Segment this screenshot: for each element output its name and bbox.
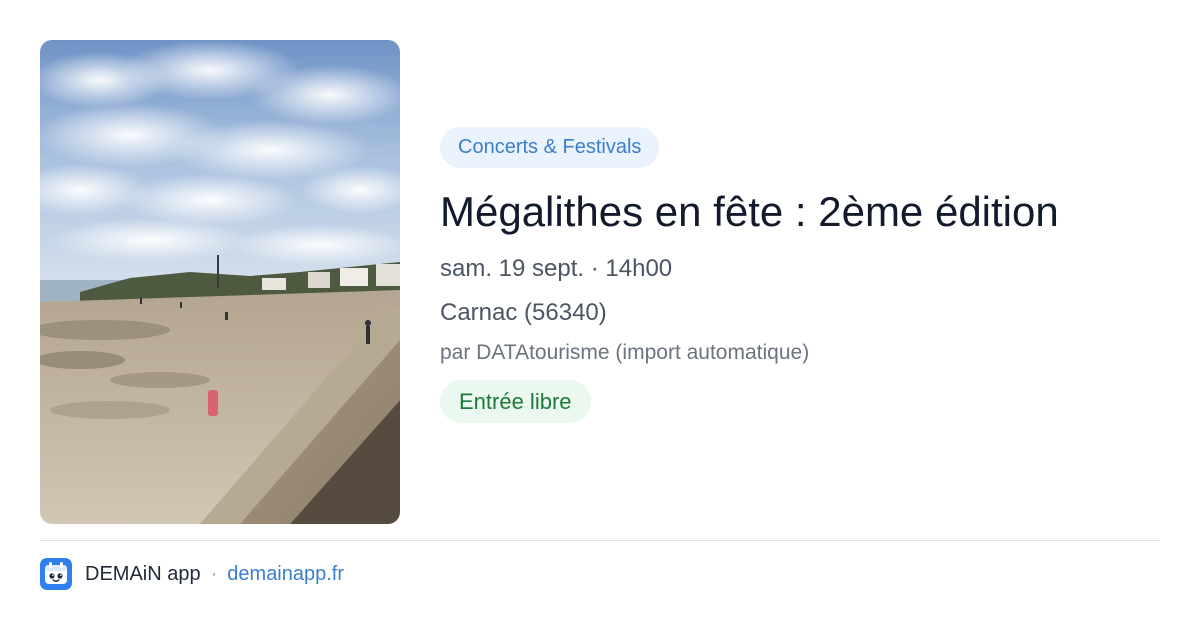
footer: DEMAiN app · demainapp.fr (40, 558, 344, 590)
cloud-layer (40, 40, 400, 265)
event-date: sam. 19 sept. · 14h00 (440, 255, 673, 282)
beach-photo-illustration (40, 40, 400, 524)
demain-logo-icon (40, 558, 72, 590)
app-name: DEMAiN app (85, 562, 201, 585)
price-badge: Entrée libre (440, 380, 591, 423)
event-source: par DATAtourisme (import automatique) (440, 341, 810, 364)
event-share-card: Concerts & Festivals Mégalithes en fête … (0, 0, 1200, 630)
footer-divider (40, 540, 1160, 541)
category-badge: Concerts & Festivals (440, 127, 660, 168)
footer-separator: · (210, 562, 218, 585)
event-title: Mégalithes en fête : 2ème édition (440, 188, 1059, 235)
app-website-link[interactable]: demainapp.fr (227, 563, 344, 586)
event-photo (40, 40, 400, 524)
event-location: Carnac (56340) (440, 299, 607, 326)
event-details: Concerts & Festivals Mégalithes en fête … (440, 127, 1160, 423)
